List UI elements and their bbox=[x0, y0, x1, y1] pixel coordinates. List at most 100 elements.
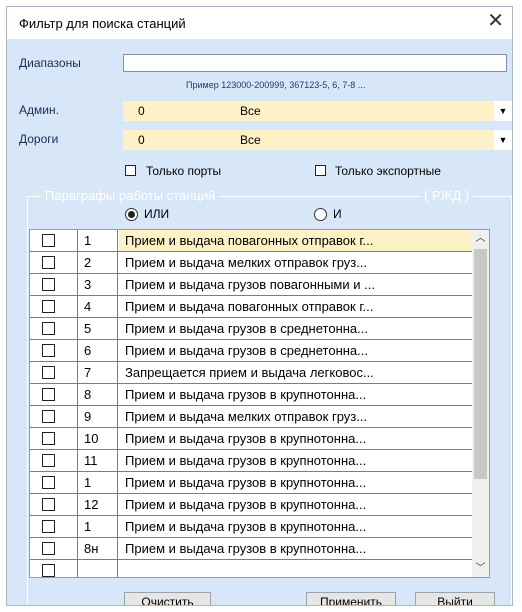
scroll-thumb[interactable] bbox=[474, 249, 487, 479]
row-name: Прием и выдача грузов в крупнотонна... bbox=[125, 519, 367, 534]
row-checkbox[interactable] bbox=[42, 454, 55, 467]
row-checkbox-cell bbox=[30, 406, 78, 427]
roads-select[interactable]: 0 Все ▼ bbox=[123, 130, 512, 150]
ranges-input[interactable] bbox=[123, 54, 507, 72]
scrollbar[interactable]: ︿ ﹀ bbox=[472, 230, 489, 577]
row-checkbox[interactable] bbox=[42, 476, 55, 489]
row-checkbox[interactable] bbox=[42, 278, 55, 291]
row-name: Прием и выдача грузов в крупнотонна... bbox=[125, 453, 367, 468]
chevron-down-icon[interactable]: ▼ bbox=[494, 130, 512, 150]
roads-code: 0 bbox=[138, 133, 145, 147]
row-number: 8н bbox=[78, 538, 118, 559]
table-row[interactable]: 1 Прием и выдача грузов в крупнотонна... bbox=[30, 516, 473, 538]
window-title: Фильтр для поиска станций bbox=[19, 16, 186, 31]
table-row[interactable]: 8н Прием и выдача грузов в крупнотонна... bbox=[30, 538, 473, 560]
table-row[interactable]: 2 Прием и выдача мелких отправок груз... bbox=[30, 252, 473, 274]
table-row[interactable]: 12 Прием и выдача грузов в крупнотонна... bbox=[30, 494, 473, 516]
row-checkbox[interactable] bbox=[42, 520, 55, 533]
row-checkbox-cell bbox=[30, 384, 78, 405]
row-number: 11 bbox=[78, 450, 118, 471]
chevron-down-icon[interactable]: ▼ bbox=[494, 101, 512, 121]
row-name: Прием и выдача грузов в крупнотонна... bbox=[125, 541, 367, 556]
row-checkbox[interactable] bbox=[42, 410, 55, 423]
apply-button[interactable]: Применить bbox=[306, 592, 396, 605]
row-name: Прием и выдача повагонных отправок г... bbox=[125, 299, 374, 314]
row-checkbox[interactable] bbox=[42, 256, 55, 269]
close-icon[interactable]: ✕ bbox=[487, 11, 504, 31]
admin-label: Админ. bbox=[19, 103, 59, 117]
roads-label: Дороги bbox=[19, 132, 59, 146]
admin-value: Все bbox=[240, 104, 261, 118]
filter-dialog: Фильтр для поиска станций ✕ Диапазоны Пр… bbox=[6, 6, 513, 606]
row-checkbox[interactable] bbox=[42, 322, 55, 335]
row-number: 1 bbox=[78, 230, 118, 251]
table-row[interactable]: 6 Прием и выдача грузов в среднетонна... bbox=[30, 340, 473, 362]
export-only-label: Только экспортные bbox=[335, 164, 441, 178]
row-number: 8 bbox=[78, 384, 118, 405]
row-number bbox=[78, 560, 118, 577]
row-number: 3 bbox=[78, 274, 118, 295]
radio-dot-icon bbox=[128, 211, 135, 218]
mode-and-radio[interactable] bbox=[314, 208, 327, 221]
row-checkbox[interactable] bbox=[42, 498, 55, 511]
row-checkbox-cell bbox=[30, 340, 78, 361]
mode-or-radio[interactable] bbox=[125, 208, 138, 221]
scroll-up-icon[interactable]: ︿ bbox=[472, 230, 489, 247]
row-checkbox-cell bbox=[30, 318, 78, 339]
row-checkbox-cell bbox=[30, 252, 78, 273]
row-checkbox[interactable] bbox=[42, 388, 55, 401]
paragraphs-title: Параграфы работы станций bbox=[42, 188, 219, 203]
row-checkbox[interactable] bbox=[42, 366, 55, 379]
row-name: Запрещается прием и выдача легковос... bbox=[125, 365, 374, 380]
table-row[interactable]: 11 Прием и выдача грузов в крупнотонна... bbox=[30, 450, 473, 472]
table-row[interactable] bbox=[30, 560, 473, 577]
row-number: 7 bbox=[78, 362, 118, 383]
roads-value: Все bbox=[240, 133, 261, 147]
mode-or-label: ИЛИ bbox=[144, 207, 170, 221]
row-number: 1 bbox=[78, 516, 118, 537]
row-name: Прием и выдача грузов в крупнотонна... bbox=[125, 475, 367, 490]
ports-only-checkbox[interactable] bbox=[125, 165, 136, 176]
row-checkbox-cell bbox=[30, 494, 78, 515]
row-checkbox[interactable] bbox=[42, 564, 55, 577]
row-name: Прием и выдача мелких отправок груз... bbox=[125, 255, 368, 270]
row-name: Прием и выдача грузов в крупнотонна... bbox=[125, 431, 367, 446]
row-name: Прием и выдача грузов в среднетонна... bbox=[125, 321, 368, 336]
table-row[interactable]: 5 Прием и выдача грузов в среднетонна... bbox=[30, 318, 473, 340]
table-row[interactable]: 4 Прием и выдача повагонных отправок г... bbox=[30, 296, 473, 318]
row-checkbox-cell bbox=[30, 560, 78, 577]
row-number: 1 bbox=[78, 472, 118, 493]
rzd-label: ( РЖД ) bbox=[421, 188, 473, 203]
row-checkbox-cell bbox=[30, 230, 78, 251]
row-name: Прием и выдача грузов в среднетонна... bbox=[125, 343, 368, 358]
table-row[interactable]: 3 Прием и выдача грузов повагонными и ... bbox=[30, 274, 473, 296]
row-checkbox[interactable] bbox=[42, 432, 55, 445]
row-checkbox-cell bbox=[30, 274, 78, 295]
table-row[interactable]: 1 Прием и выдача грузов в крупнотонна... bbox=[30, 472, 473, 494]
table-row[interactable]: 9 Прием и выдача мелких отправок груз... bbox=[30, 406, 473, 428]
ranges-label: Диапазоны bbox=[19, 56, 81, 70]
row-number: 2 bbox=[78, 252, 118, 273]
exit-button[interactable]: Выйти bbox=[415, 592, 495, 605]
scroll-down-icon[interactable]: ﹀ bbox=[472, 560, 489, 577]
table-row[interactable]: 1 Прием и выдача повагонных отправок г... bbox=[30, 230, 473, 252]
clear-button[interactable]: Очистить bbox=[124, 592, 211, 605]
table-row[interactable]: 10 Прием и выдача грузов в крупнотонна... bbox=[30, 428, 473, 450]
row-checkbox-cell bbox=[30, 428, 78, 449]
row-name: Прием и выдача мелких отправок груз... bbox=[125, 409, 368, 424]
row-checkbox[interactable] bbox=[42, 344, 55, 357]
row-number: 5 bbox=[78, 318, 118, 339]
row-checkbox[interactable] bbox=[42, 300, 55, 313]
admin-select[interactable]: 0 Все ▼ bbox=[123, 101, 512, 121]
row-checkbox[interactable] bbox=[42, 234, 55, 247]
row-name: Прием и выдача грузов повагонными и ... bbox=[125, 277, 375, 292]
row-number: 6 bbox=[78, 340, 118, 361]
table-row[interactable]: 7 Запрещается прием и выдача легковос... bbox=[30, 362, 473, 384]
row-number: 12 bbox=[78, 494, 118, 515]
row-checkbox-cell bbox=[30, 362, 78, 383]
table-row[interactable]: 8 Прием и выдача грузов в крупнотонна... bbox=[30, 384, 473, 406]
export-only-checkbox[interactable] bbox=[315, 165, 326, 176]
row-checkbox[interactable] bbox=[42, 542, 55, 555]
row-checkbox-cell bbox=[30, 538, 78, 559]
row-name: Прием и выдача повагонных отправок г... bbox=[119, 230, 473, 251]
